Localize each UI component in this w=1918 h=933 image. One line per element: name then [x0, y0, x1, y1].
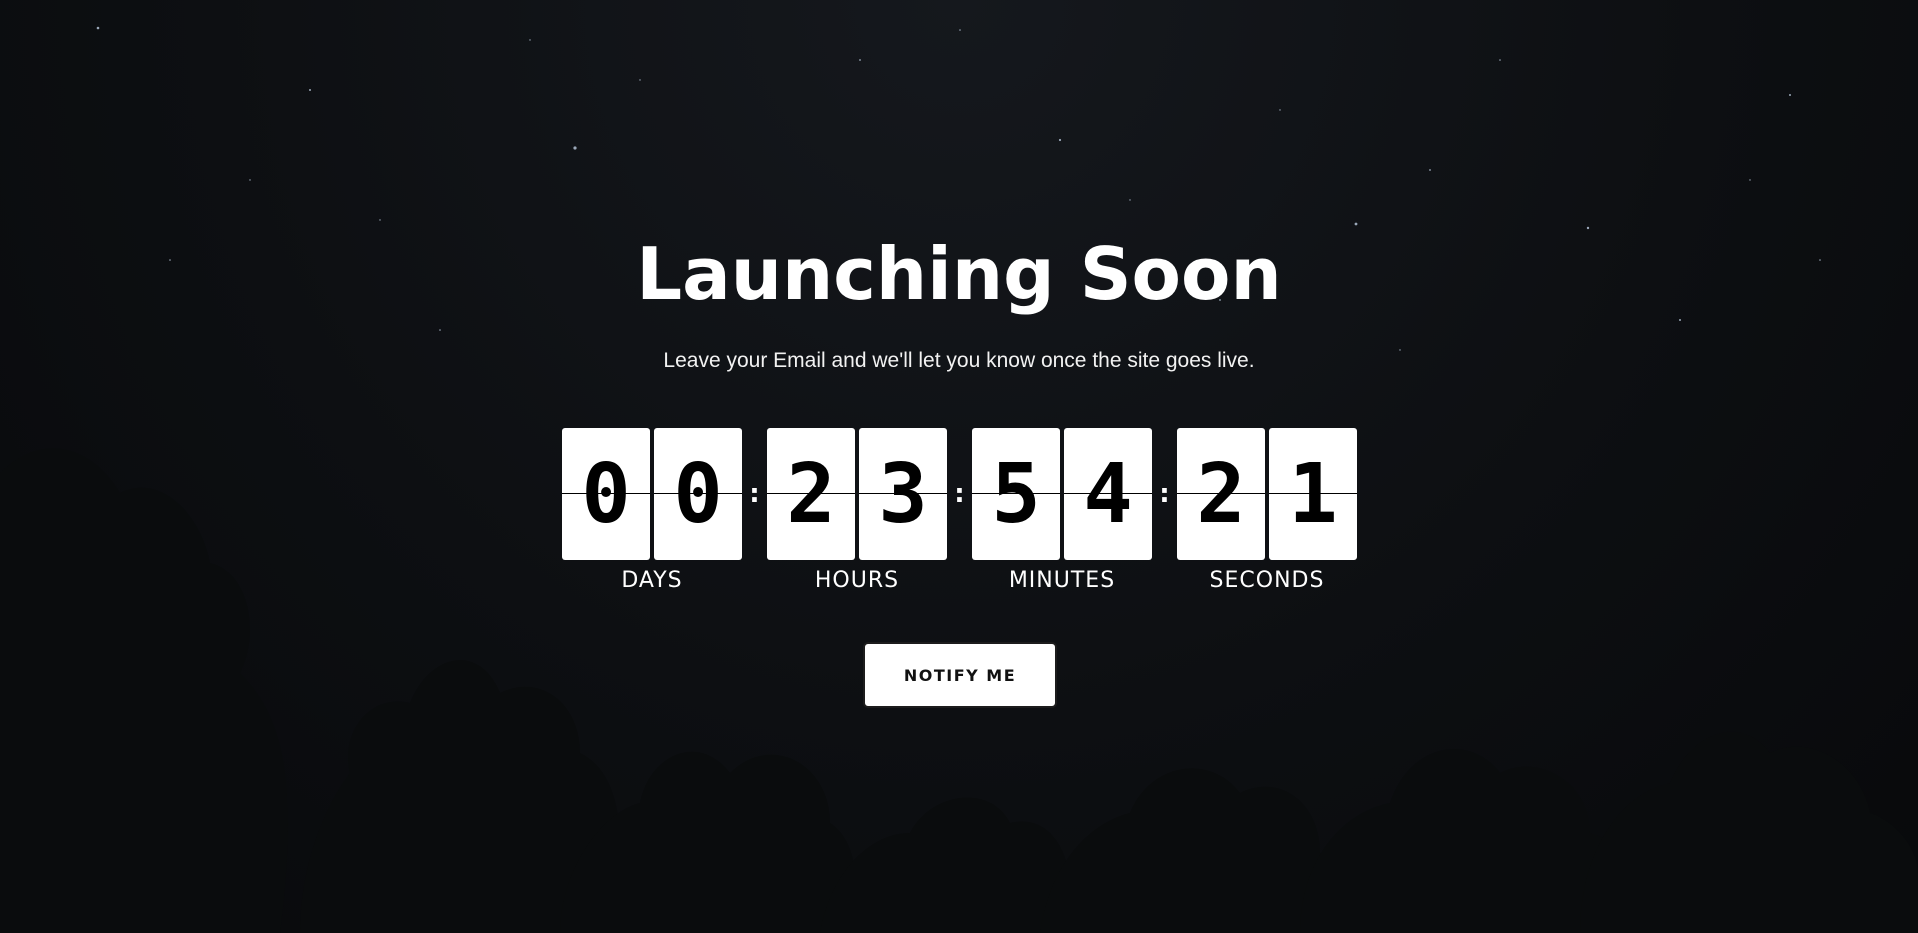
notify-me-button[interactable]: NOTIFY ME: [863, 642, 1057, 708]
minutes-digits: 5 4: [972, 428, 1152, 560]
seconds-label: SECONDS: [1209, 568, 1325, 593]
page-title: Launching Soon: [636, 232, 1282, 316]
countdown-days: 0 0 DAYS: [562, 428, 742, 593]
coming-soon-page: Launching Soon Leave your Email and we'l…: [0, 0, 1918, 933]
hours-digits: 2 3: [767, 428, 947, 560]
countdown-hours: 2 3 HOURS: [767, 428, 947, 593]
page-subtitle: Leave your Email and we'll let you know …: [663, 349, 1255, 372]
minutes-label: MINUTES: [1008, 568, 1116, 593]
days-digit-2: 0: [654, 428, 742, 560]
minutes-digit-2: 4: [1064, 428, 1152, 560]
days-digit-1: 0: [562, 428, 650, 560]
countdown-separator: :: [954, 479, 965, 509]
hours-digit-2: 3: [859, 428, 947, 560]
hours-digit-1: 2: [767, 428, 855, 560]
countdown-separator: :: [1159, 479, 1170, 509]
minutes-digit-1: 5: [972, 428, 1060, 560]
days-label: DAYS: [621, 568, 683, 593]
days-digits: 0 0: [562, 428, 742, 560]
seconds-digit-2: 1: [1269, 428, 1357, 560]
countdown-timer: 0 0 DAYS : 2 3 HOURS : 5 4 MINUTES: 2 1…: [562, 428, 1357, 598]
countdown-separator: :: [749, 479, 760, 509]
countdown-minutes: 5 4 MINUTES: [972, 428, 1152, 593]
seconds-digits: 2 1: [1177, 428, 1357, 560]
hours-label: HOURS: [814, 568, 900, 593]
seconds-digit-1: 2: [1177, 428, 1265, 560]
countdown-seconds: 2 1 SECONDS: [1177, 428, 1357, 593]
